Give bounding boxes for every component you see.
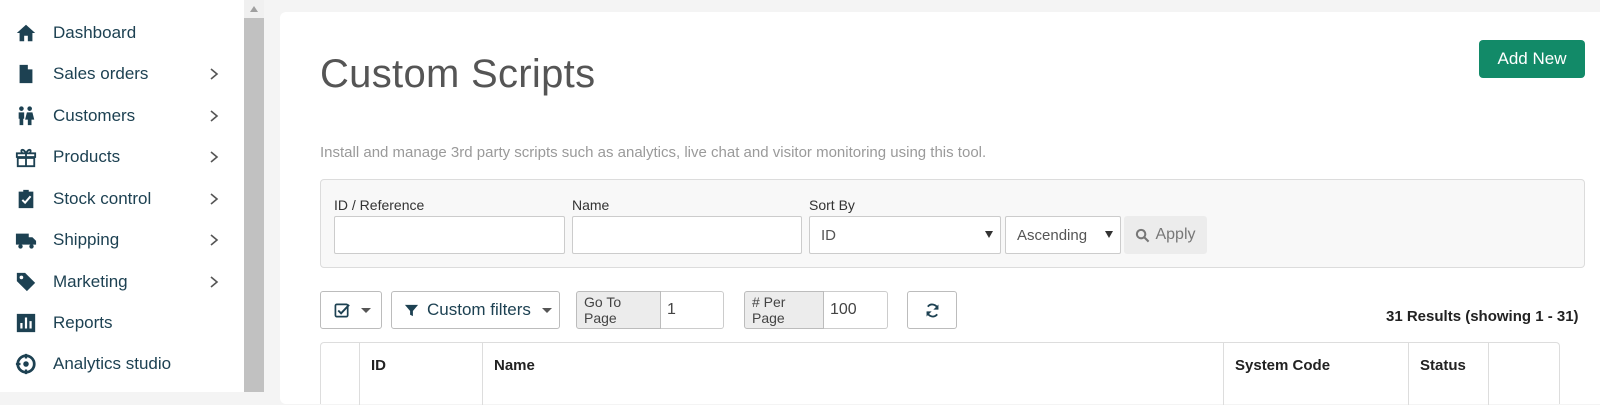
refresh-icon xyxy=(925,303,939,317)
sidebar-item-label: Shipping xyxy=(53,230,120,249)
chevron-right-icon xyxy=(207,66,221,82)
home-icon xyxy=(14,22,38,44)
chevron-right-icon xyxy=(207,274,221,290)
filter-panel: ID / Reference Name Sort By ID Ascending… xyxy=(320,179,1585,268)
truck-icon xyxy=(14,229,38,251)
column-header-status[interactable]: Status xyxy=(1408,343,1488,405)
document-icon xyxy=(14,63,38,85)
sidebar-item-label: Marketing xyxy=(53,272,128,291)
chevron-right-icon xyxy=(207,191,221,207)
go-to-page-label: Go To Page xyxy=(576,291,661,329)
column-header-name[interactable]: Name xyxy=(482,343,1223,405)
checkbox-checked-icon xyxy=(334,303,350,317)
per-page-input[interactable]: 100 xyxy=(824,291,888,329)
sort-by-label: Sort By xyxy=(809,197,855,213)
chevron-right-icon xyxy=(207,232,221,248)
sidebar: Dashboard Sales orders Customers Product… xyxy=(0,0,244,392)
chevron-right-icon xyxy=(207,149,221,165)
page-description: Install and manage 3rd party scripts suc… xyxy=(320,144,987,161)
sidebar-item-marketing[interactable]: Marketing xyxy=(0,261,244,303)
sidebar-item-stock-control[interactable]: Stock control xyxy=(0,178,244,220)
gift-box-icon xyxy=(14,146,38,168)
column-header-id[interactable]: ID xyxy=(359,343,482,405)
people-icon xyxy=(14,105,38,127)
bar-chart-icon xyxy=(14,312,38,334)
caret-down-icon xyxy=(541,307,552,313)
sidebar-item-reports[interactable]: Reports xyxy=(0,302,244,344)
triangle-up-icon xyxy=(250,6,258,12)
refresh-button[interactable] xyxy=(907,291,957,329)
per-page-label: # Per Page xyxy=(744,291,824,329)
sidebar-scrollbar[interactable] xyxy=(244,0,264,392)
sidebar-item-label: Customers xyxy=(53,106,136,125)
custom-filters-label: Custom filters xyxy=(427,300,531,319)
sidebar-item-label: Dashboard xyxy=(53,23,137,42)
actions-column-header xyxy=(1488,343,1561,405)
id-reference-label: ID / Reference xyxy=(334,197,425,213)
tag-icon xyxy=(14,271,38,293)
scroll-up-arrow[interactable] xyxy=(244,0,264,18)
main-panel: Custom Scripts Add New Install and manag… xyxy=(280,12,1600,405)
caret-down-icon xyxy=(985,231,993,238)
sidebar-item-label: Reports xyxy=(53,313,113,332)
caret-down-icon xyxy=(1105,231,1113,238)
search-icon xyxy=(1136,228,1150,242)
sort-order-select[interactable]: Ascending xyxy=(1005,216,1121,254)
scripts-table-header: ID Name System Code Status xyxy=(320,342,1561,405)
sidebar-item-dashboard[interactable]: Dashboard xyxy=(0,12,244,54)
analytics-icon xyxy=(14,353,38,375)
sidebar-item-products[interactable]: Products xyxy=(0,136,244,178)
sidebar-item-analytics-studio[interactable]: Analytics studio xyxy=(0,343,244,385)
caret-down-icon xyxy=(361,307,371,313)
filter-icon xyxy=(404,304,419,316)
id-reference-input[interactable] xyxy=(334,216,565,254)
sidebar-item-label: Analytics studio xyxy=(53,354,172,373)
name-input[interactable] xyxy=(572,216,802,254)
sort-order-value: Ascending xyxy=(1017,226,1088,244)
apply-label: Apply xyxy=(1155,226,1196,243)
per-page-group: # Per Page 100 xyxy=(744,291,888,329)
add-new-button[interactable]: Add New xyxy=(1479,40,1585,78)
chevron-right-icon xyxy=(207,108,221,124)
go-to-page-input[interactable]: 1 xyxy=(661,291,724,329)
apply-button[interactable]: Apply xyxy=(1124,216,1207,254)
column-header-system-code[interactable]: System Code xyxy=(1223,343,1408,405)
clipboard-check-icon xyxy=(14,188,38,210)
sidebar-item-label: Sales orders xyxy=(53,64,149,83)
name-label: Name xyxy=(572,197,610,213)
sort-by-value: ID xyxy=(821,226,836,244)
sidebar-item-shipping[interactable]: Shipping xyxy=(0,219,244,261)
sidebar-item-label: Stock control xyxy=(53,189,152,208)
page-title: Custom Scripts xyxy=(320,52,596,96)
results-count: 31 Results (showing 1 - 31) xyxy=(1386,308,1579,325)
sidebar-item-label: Products xyxy=(53,147,121,166)
custom-filters-dropdown[interactable]: Custom filters xyxy=(391,291,560,329)
bulk-select-dropdown[interactable] xyxy=(320,291,382,329)
sidebar-item-customers[interactable]: Customers xyxy=(0,95,244,137)
select-column-header xyxy=(321,343,360,405)
sidebar-item-sales-orders[interactable]: Sales orders xyxy=(0,53,244,95)
sort-by-select[interactable]: ID xyxy=(809,216,1001,254)
go-to-page-group: Go To Page 1 xyxy=(576,291,724,329)
